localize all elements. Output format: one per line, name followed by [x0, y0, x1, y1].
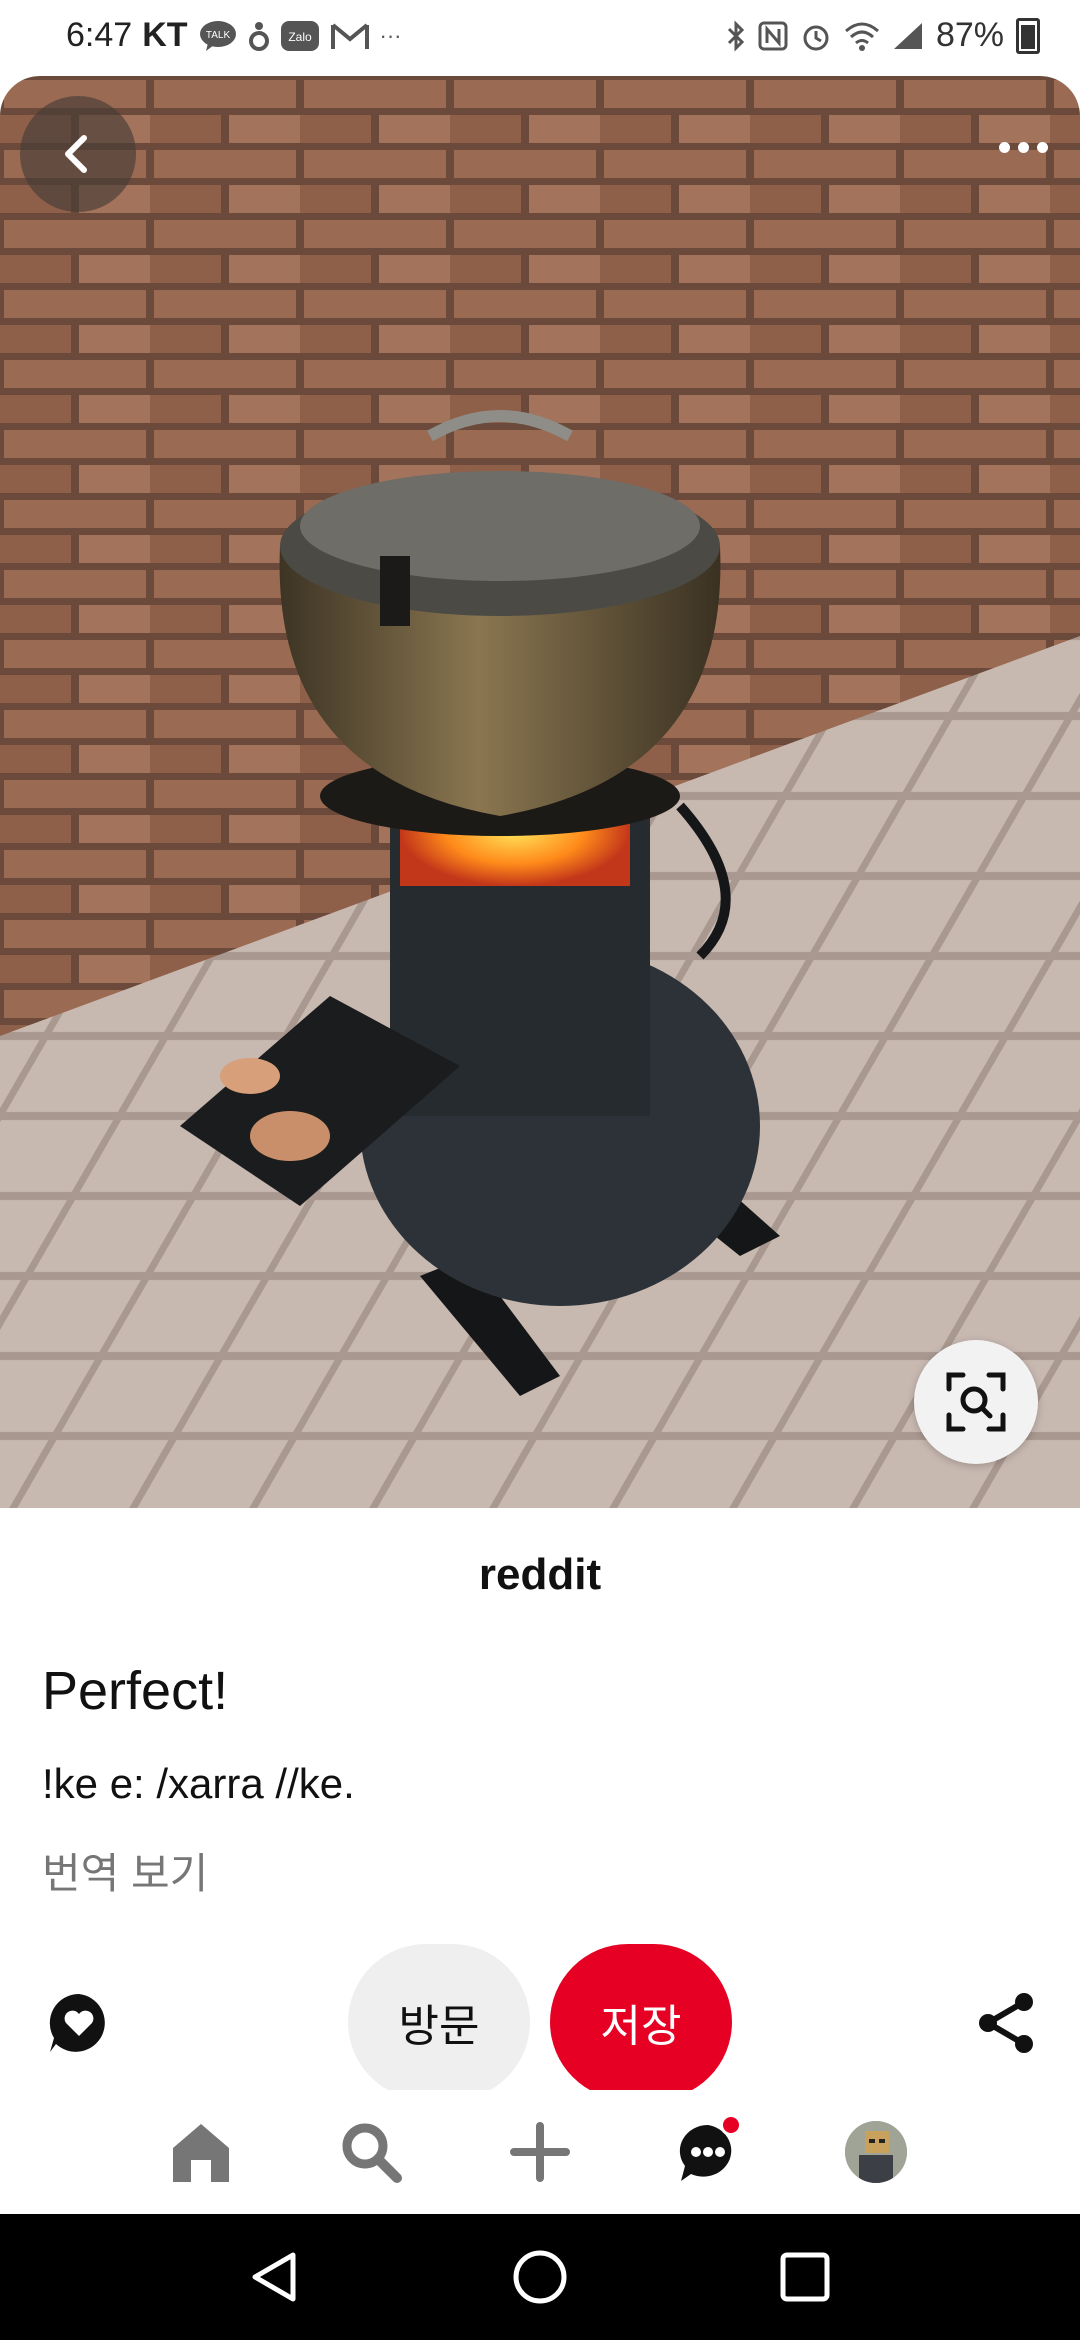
circle-home-icon: [513, 2250, 567, 2304]
avatar: [845, 2121, 907, 2183]
back-button[interactable]: [20, 96, 136, 212]
system-recents-button[interactable]: [770, 2242, 840, 2312]
translate-link[interactable]: 번역 보기: [42, 1840, 208, 1901]
bottom-navigation: [0, 2090, 1080, 2214]
pin-title: Perfect!: [42, 1661, 229, 1721]
nav-profile[interactable]: [836, 2112, 916, 2192]
pin-source[interactable]: reddit: [0, 1550, 1080, 1600]
bluetooth-icon: [726, 19, 746, 53]
signal-icon: [892, 19, 924, 53]
status-time: 6:47: [66, 16, 133, 54]
share-button[interactable]: [974, 1990, 1040, 2056]
system-navigation-bar: [0, 2214, 1080, 2340]
gmail-icon: [330, 19, 370, 53]
system-home-button[interactable]: [505, 2242, 575, 2312]
react-button[interactable]: [46, 1990, 112, 2056]
alarm-icon: [800, 19, 832, 53]
kakaotalk-icon: TALK: [198, 19, 238, 53]
square-recents-icon: [780, 2252, 830, 2302]
pin-description: !ke e: /xarra //ke.: [42, 1760, 355, 1807]
more-dots-icon: [998, 141, 1010, 153]
status-carrier: KT: [142, 16, 188, 54]
chevron-left-icon: [65, 135, 87, 173]
nav-messages[interactable]: [668, 2112, 748, 2192]
more-dots-icon: [1036, 141, 1048, 153]
nfc-icon: [758, 19, 788, 53]
svg-text:TALK: TALK: [205, 30, 230, 41]
wifi-icon: [844, 19, 880, 53]
more-notifications-indicator: ···: [379, 22, 402, 48]
system-back-button[interactable]: [240, 2242, 310, 2312]
visual-search-icon: [946, 1372, 1006, 1432]
heart-bubble-icon: [49, 1993, 105, 2052]
svg-text:Zalo: Zalo: [288, 30, 312, 44]
search-icon: [342, 2123, 402, 2183]
nav-create[interactable]: [500, 2112, 580, 2192]
plus-icon: [510, 2122, 570, 2182]
more-dots-icon: [1017, 141, 1029, 153]
more-options-button[interactable]: [988, 112, 1058, 182]
unread-badge: [720, 2114, 742, 2136]
visual-search-button[interactable]: [914, 1340, 1038, 1464]
triangle-back-icon: [252, 2252, 296, 2302]
pin-image[interactable]: [0, 76, 1080, 1508]
home-icon: [173, 2124, 229, 2182]
battery-percent: 87%: [935, 16, 1004, 54]
visit-button[interactable]: 방문: [348, 1944, 530, 2100]
battery-icon: [1016, 17, 1040, 54]
share-icon: [979, 1993, 1033, 2053]
nav-search[interactable]: [331, 2112, 411, 2192]
zalo-icon: Zalo: [280, 19, 320, 53]
save-button[interactable]: 저장: [550, 1944, 732, 2100]
status-bar: 6:47 KT TALK Zalo ··· 87%: [0, 0, 1080, 76]
notification-icon: [248, 19, 270, 53]
nav-home[interactable]: [161, 2112, 241, 2192]
